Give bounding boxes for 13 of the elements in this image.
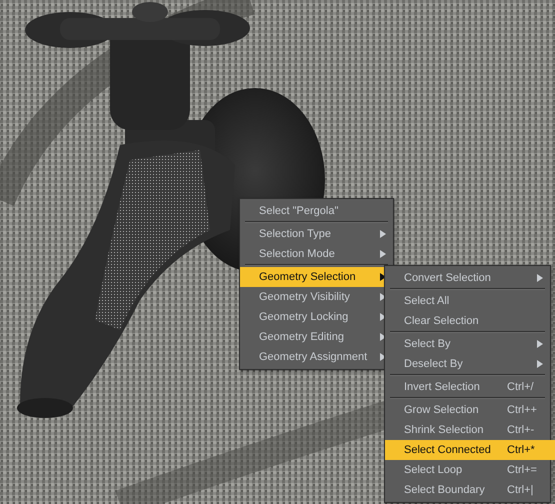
menu-item[interactable]: Select By <box>385 334 550 354</box>
menu-item[interactable]: Select Loop Ctrl+= <box>385 460 550 480</box>
menu-item[interactable]: Selection Type <box>240 224 393 244</box>
menu-item[interactable]: Invert Selection Ctrl+/ <box>385 377 550 397</box>
menu-item[interactable]: Select "Pergola" <box>240 201 393 221</box>
menu-item[interactable]: Select Connected Ctrl+* <box>385 440 555 460</box>
menu-item[interactable]: Clear Selection <box>385 311 550 331</box>
menu-item[interactable]: Select Boundary Ctrl+| <box>385 480 550 500</box>
menu-item[interactable]: Grow Selection Ctrl++ <box>385 400 550 420</box>
menu-item[interactable]: Selection Mode <box>240 244 393 264</box>
menu-item[interactable]: Shrink Selection Ctrl+- <box>385 420 550 440</box>
menu-item[interactable]: Select All <box>385 291 550 311</box>
menu-item[interactable]: Deselect By <box>385 354 550 374</box>
